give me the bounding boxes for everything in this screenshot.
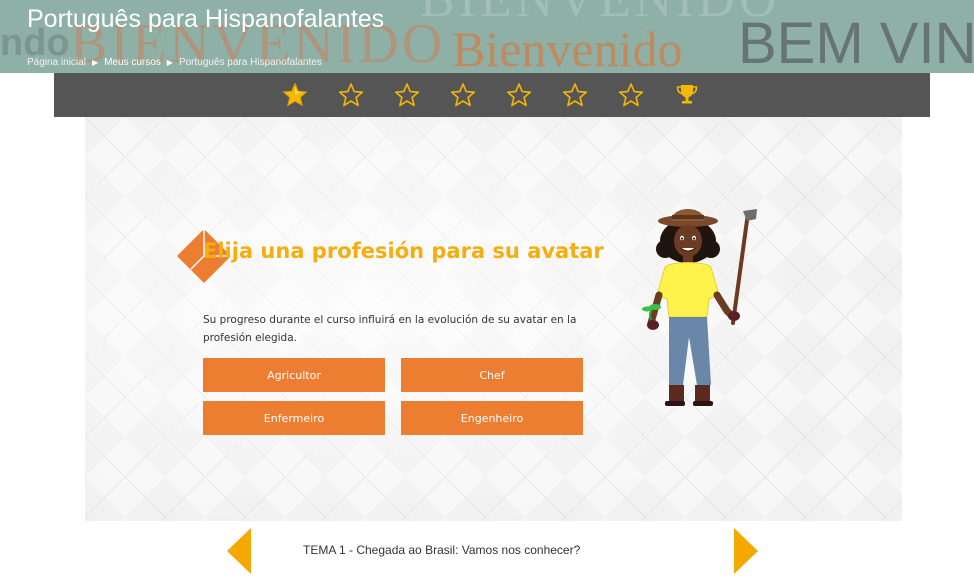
star-outline-icon [394, 83, 420, 107]
header-banner: BIENVENIDO BIENVENIDO ndo Bienvenido BEM… [0, 0, 974, 73]
star-outline-icon [450, 83, 476, 107]
topic-title: TEMA 1 - Chegada ao Brasil: Vamos nos co… [303, 543, 581, 557]
breadcrumb-home-link[interactable]: Página inicial [27, 57, 86, 68]
farmer-avatar-icon [642, 209, 757, 406]
banner-decor-word: BEM VIND [738, 11, 974, 73]
star-outline-icon [562, 83, 588, 107]
banner-decor-word: Bienvenido [452, 21, 683, 73]
agricultor-button[interactable]: Agricultor [203, 358, 385, 392]
star-filled-icon [282, 83, 308, 107]
profession-heading: Elija una profesión para su avatar [203, 239, 604, 263]
star-outline-icon [618, 83, 644, 107]
breadcrumb-separator-icon: ▶ [166, 58, 173, 67]
arrow-left-icon[interactable] [227, 528, 253, 574]
arrow-right-icon[interactable] [732, 528, 758, 574]
enfermeiro-button[interactable]: Enfermeiro [203, 401, 385, 435]
profession-description: Su progreso durante el curso influirá en… [203, 314, 577, 344]
profession-selection-panel: Elija una profesión para su avatar Su pr… [85, 117, 902, 521]
breadcrumb: Página inicial ▶ Meus cursos ▶ Português… [27, 57, 322, 68]
breadcrumb-my-courses-link[interactable]: Meus cursos [104, 57, 161, 68]
chef-button[interactable]: Chef [401, 358, 583, 392]
trophy-icon [676, 85, 698, 104]
star-outline-icon [338, 83, 364, 107]
star-outline-icon [506, 83, 532, 107]
page-title: Português para Hispanofalantes [27, 5, 385, 33]
breadcrumb-separator-icon: ▶ [91, 58, 99, 67]
banner-decor-word: BIENVENIDO [420, 0, 781, 29]
progress-star-bar [54, 73, 930, 117]
engenheiro-button[interactable]: Engenheiro [401, 401, 583, 435]
breadcrumb-course-link[interactable]: Português para Hispanofalantes [179, 57, 322, 68]
